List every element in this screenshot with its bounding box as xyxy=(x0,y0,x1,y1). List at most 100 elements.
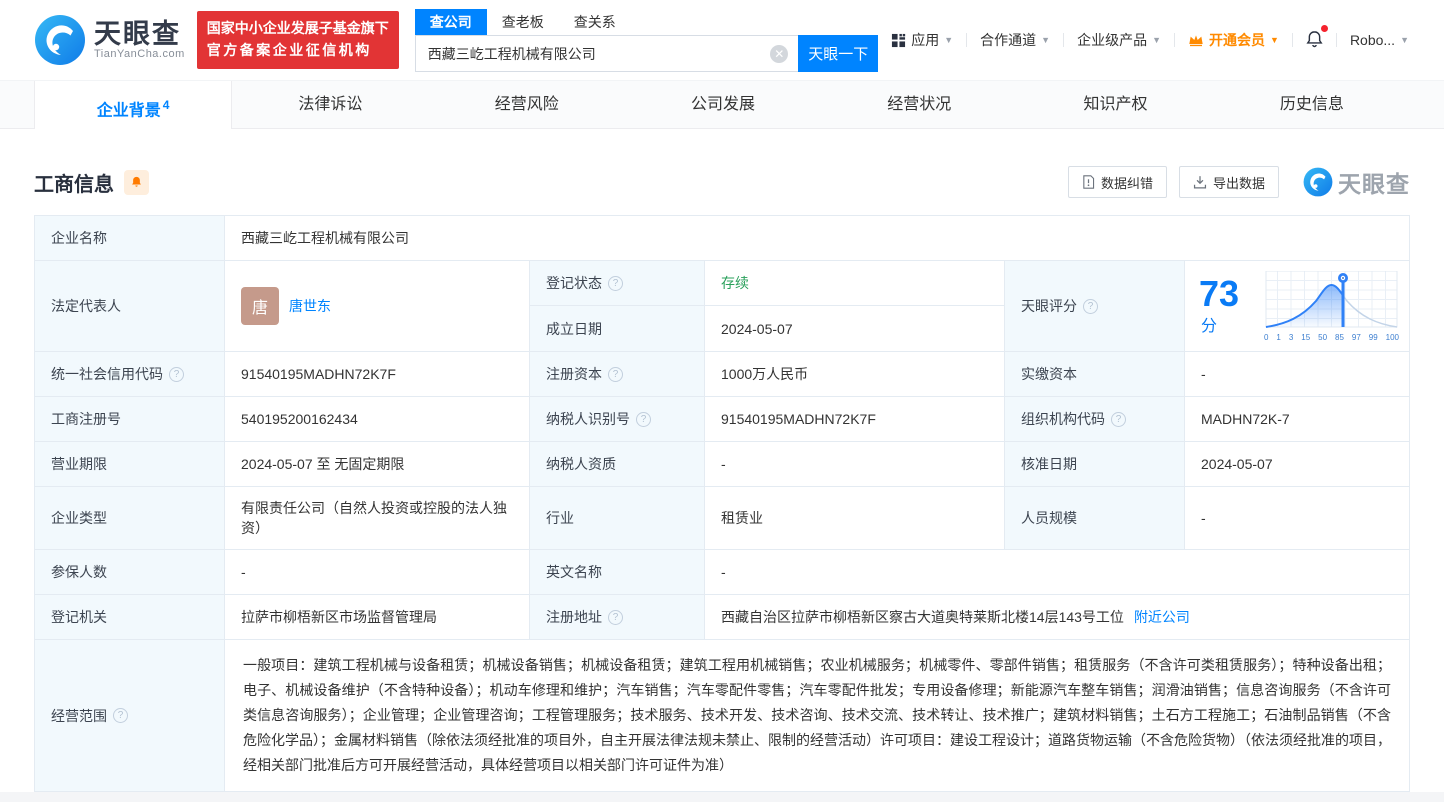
tab-background[interactable]: 企业背景4 xyxy=(34,81,232,129)
apps-grid-icon xyxy=(891,33,906,48)
address-text: 西藏自治区拉萨市柳梧新区察古大道奥特莱斯北楼14层143号工位 xyxy=(721,607,1124,627)
help-icon[interactable]: ? xyxy=(608,367,623,382)
chevron-down-icon: ▼ xyxy=(1041,35,1050,45)
search-tabs: 查公司 查老板 查关系 xyxy=(415,9,878,35)
table-row: 登记机关 拉萨市柳梧新区市场监督管理局 注册地址? 西藏自治区拉萨市柳梧新区察古… xyxy=(35,595,1409,640)
nav-vip-label: 开通会员 xyxy=(1209,30,1265,50)
tianyancha-logo-icon xyxy=(1303,167,1333,197)
company-type-value: 有限责任公司（自然人投资或控股的法人独资） xyxy=(225,487,530,549)
insured-count-value: - xyxy=(225,550,530,594)
business-scope-value: 一般项目：建筑工程机械与设备租赁；机械设备销售；机械设备租赁；建筑工程用机械销售… xyxy=(225,640,1409,791)
user-name: Robo... xyxy=(1350,32,1395,48)
paid-capital-label: 实缴资本 xyxy=(1005,352,1185,396)
help-icon[interactable]: ? xyxy=(608,610,623,625)
nav-enterprise-products[interactable]: 企业级产品 ▼ xyxy=(1064,30,1174,50)
chevron-down-icon: ▼ xyxy=(1152,35,1161,45)
tab-risk[interactable]: 经营风险 xyxy=(429,81,625,128)
address-label: 注册地址? xyxy=(530,595,705,639)
org-code-label: 组织机构代码? xyxy=(1005,397,1185,441)
tab-background-count: 4 xyxy=(163,98,170,112)
score-number: 73 xyxy=(1199,273,1239,314)
reg-status-label: 登记状态 ? xyxy=(530,261,705,306)
table-row: 法定代表人 唐 唐世东 登记状态 ? 存续 成立日期 2024-05-07 天眼… xyxy=(35,261,1409,352)
score-value[interactable]: 73 分 xyxy=(1185,261,1409,351)
score-distribution-chart: 0131550859799100 xyxy=(1264,271,1399,342)
legal-rep-link[interactable]: 唐世东 xyxy=(289,296,331,316)
reg-number-label: 工商注册号 xyxy=(35,397,225,441)
nav-apps[interactable]: 应用 ▼ xyxy=(878,30,966,50)
top-nav: 应用 ▼ 合作通道 ▼ 企业级产品 ▼ 开通会员 ▼ xyxy=(878,29,1422,52)
badge-line2: 官方备案企业征信机构 xyxy=(207,40,389,62)
section-header: 工商信息 数据纠错 xyxy=(34,165,1410,199)
nav-cooperation[interactable]: 合作通道 ▼ xyxy=(967,30,1063,50)
staff-size-label: 人员规模 xyxy=(1005,487,1185,549)
help-icon[interactable]: ? xyxy=(113,708,128,723)
search-input[interactable] xyxy=(415,35,798,72)
company-section-tabs: 企业背景4 法律诉讼 经营风险 公司发展 经营状况 知识产权 历史信息 xyxy=(0,80,1444,129)
logo-domain: TianYanCha.com xyxy=(94,48,185,60)
section-actions: 数据纠错 导出数据 xyxy=(1068,165,1410,199)
english-name-value: - xyxy=(705,550,1409,594)
tab-history[interactable]: 历史信息 xyxy=(1214,81,1410,128)
search-button[interactable]: 天眼一下 xyxy=(798,35,878,72)
table-row: 企业名称 西藏三屹工程机械有限公司 xyxy=(35,216,1409,261)
score-chart-ticks: 0131550859799100 xyxy=(1264,333,1399,342)
tab-background-label: 企业背景 xyxy=(97,102,161,119)
help-icon[interactable]: ? xyxy=(608,276,623,291)
reg-status-value: 存续 xyxy=(705,261,1005,306)
tab-lawsuit[interactable]: 法律诉讼 xyxy=(232,81,428,128)
score-label-text: 天眼评分 xyxy=(1021,296,1077,316)
export-data-label: 导出数据 xyxy=(1213,173,1265,192)
table-row: 工商注册号 540195200162434 纳税人识别号? 91540195MA… xyxy=(35,397,1409,442)
establish-date-label: 成立日期 xyxy=(530,306,705,351)
tianyancha-logo[interactable]: 天眼查 TianYanCha.com xyxy=(34,14,185,66)
business-term-value: 2024-05-07 至 无固定期限 xyxy=(225,442,530,486)
tianyancha-watermark: 天眼查 xyxy=(1303,165,1410,199)
crown-icon xyxy=(1188,33,1204,47)
notification-dot xyxy=(1321,25,1328,32)
nearby-companies-link[interactable]: 附近公司 xyxy=(1134,607,1190,627)
staff-size-value: - xyxy=(1185,487,1409,549)
bell-icon xyxy=(1305,29,1324,49)
taxpayer-quality-value: - xyxy=(705,442,1005,486)
user-menu[interactable]: Robo... ▼ xyxy=(1337,32,1422,48)
status-date-subgrid: 登记状态 ? 存续 成立日期 2024-05-07 xyxy=(530,261,1005,351)
industry-value: 租赁业 xyxy=(705,487,1005,549)
subscribe-bell-button[interactable] xyxy=(124,170,149,195)
data-correction-button[interactable]: 数据纠错 xyxy=(1068,166,1167,198)
help-icon[interactable]: ? xyxy=(1111,412,1126,427)
legal-rep-value: 唐 唐世东 xyxy=(225,261,530,351)
tab-ip[interactable]: 知识产权 xyxy=(1017,81,1213,128)
insured-count-label: 参保人数 xyxy=(35,550,225,594)
tab-development[interactable]: 公司发展 xyxy=(625,81,821,128)
document-icon xyxy=(1082,175,1095,189)
reg-status-label-text: 登记状态 xyxy=(546,273,602,293)
table-row: 经营范围? 一般项目：建筑工程机械与设备租赁；机械设备销售；机械设备租赁；建筑工… xyxy=(35,640,1409,792)
taxpayer-id-value: 91540195MADHN72K7F xyxy=(705,397,1005,441)
business-term-label: 营业期限 xyxy=(35,442,225,486)
company-name-value: 西藏三屹工程机械有限公司 xyxy=(225,216,1409,260)
main-content: 工商信息 数据纠错 xyxy=(0,129,1444,792)
nav-apps-label: 应用 xyxy=(911,30,939,50)
company-type-label: 企业类型 xyxy=(35,487,225,549)
search-tab-relation[interactable]: 查关系 xyxy=(559,9,631,35)
taxpayer-id-label: 纳税人识别号? xyxy=(530,397,705,441)
help-icon[interactable]: ? xyxy=(169,367,184,382)
company-name-label: 企业名称 xyxy=(35,216,225,260)
org-code-value: MADHN72K-7 xyxy=(1185,397,1409,441)
tab-operating[interactable]: 经营状况 xyxy=(821,81,1017,128)
score-unit: 分 xyxy=(1201,318,1217,335)
clear-search-icon[interactable]: ✕ xyxy=(770,45,788,63)
table-row: 统一社会信用代码? 91540195MADHN72K7F 注册资本? 1000万… xyxy=(35,352,1409,397)
help-icon[interactable]: ? xyxy=(1083,299,1098,314)
legal-rep-avatar[interactable]: 唐 xyxy=(241,287,279,325)
badge-line1: 国家中小企业发展子基金旗下 xyxy=(207,18,389,40)
reg-capital-label: 注册资本? xyxy=(530,352,705,396)
registry-label: 登记机关 xyxy=(35,595,225,639)
notifications-button[interactable] xyxy=(1293,29,1336,52)
nav-vip-membership[interactable]: 开通会员 ▼ xyxy=(1175,30,1292,50)
export-data-button[interactable]: 导出数据 xyxy=(1179,166,1279,198)
search-tab-company[interactable]: 查公司 xyxy=(415,9,487,35)
help-icon[interactable]: ? xyxy=(636,412,651,427)
search-tab-boss[interactable]: 查老板 xyxy=(487,9,559,35)
